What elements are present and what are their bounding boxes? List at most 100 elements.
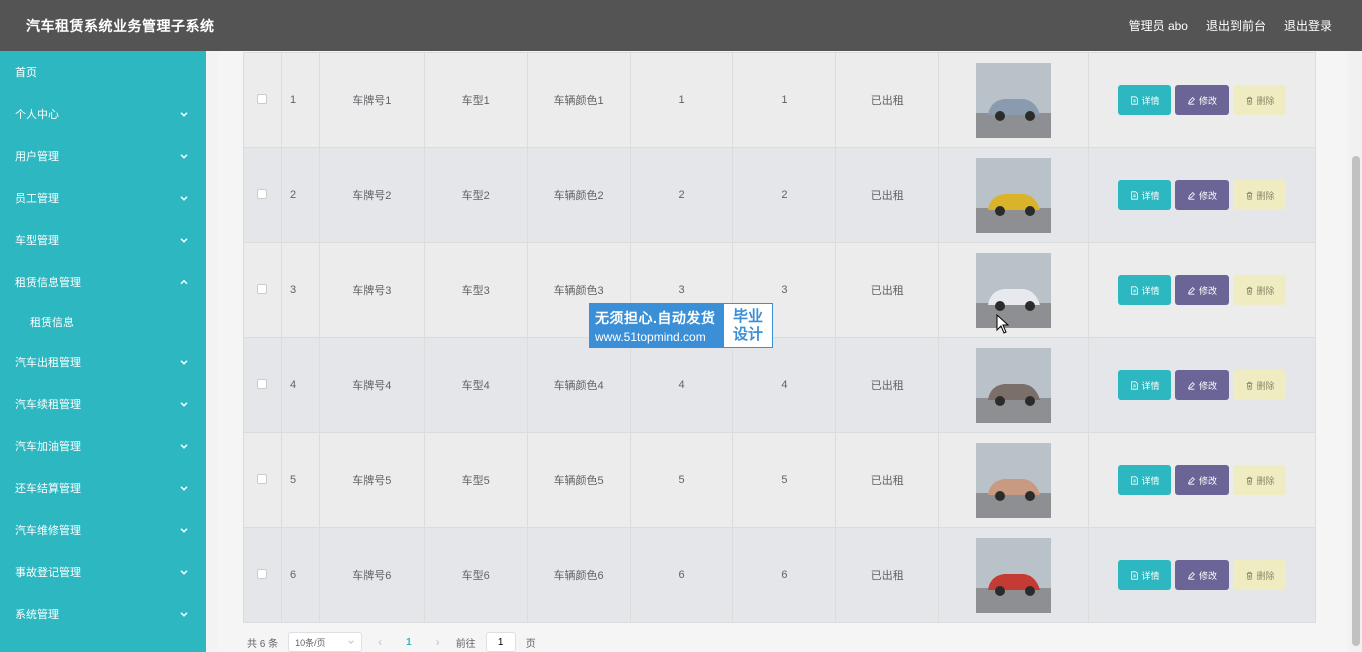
image-cell: [938, 147, 1090, 243]
sidebar-item-13[interactable]: 系统管理: [0, 593, 206, 635]
scroll-thumb[interactable]: [1352, 156, 1360, 646]
row-checkbox[interactable]: [257, 188, 268, 199]
delete-button[interactable]: 删除: [1233, 465, 1287, 495]
sidebar-item-label: 系统管理: [15, 609, 59, 621]
plate-cell: 车牌号2: [318, 147, 425, 243]
sidebar-item-12[interactable]: 事故登记管理: [0, 551, 206, 593]
detail-button-label: 详情: [1141, 285, 1160, 296]
chevron-down-icon: [180, 444, 188, 449]
car-photo: [976, 252, 1052, 328]
sidebar-item-1[interactable]: 个人中心: [0, 93, 206, 135]
document-icon: [1130, 190, 1138, 200]
delete-button[interactable]: 删除: [1233, 275, 1287, 305]
edit-button[interactable]: 修改: [1175, 180, 1230, 210]
chevron-up-icon: [180, 279, 188, 285]
trash-icon: [1246, 191, 1252, 200]
detail-button[interactable]: 详情: [1118, 85, 1172, 115]
detail-button[interactable]: 详情: [1118, 180, 1172, 210]
delete-button[interactable]: 删除: [1233, 85, 1287, 115]
pencil-icon: [1188, 286, 1195, 295]
edit-button-label: 修改: [1199, 95, 1218, 106]
sidebar-item-6[interactable]: 租赁信息: [0, 303, 206, 341]
col5-cell: 2: [629, 147, 734, 243]
detail-button[interactable]: 详情: [1118, 465, 1172, 495]
sidebar-item-3[interactable]: 员工管理: [0, 177, 206, 219]
model-cell: 车型6: [423, 527, 528, 623]
chevron-down-icon: [180, 154, 188, 159]
detail-button[interactable]: 详情: [1118, 370, 1172, 400]
chevron-down-icon: [180, 360, 188, 365]
delete-button-label: 删除: [1256, 475, 1275, 486]
sidebar-item-label: 事故登记管理: [15, 567, 81, 579]
watermark-right1: 毕业: [732, 307, 763, 325]
index-cell: 3: [280, 242, 320, 338]
pencil-icon: [1188, 476, 1195, 485]
status-cell: 已出租: [835, 527, 940, 623]
plate-cell: 车牌号3: [318, 242, 425, 338]
col6-cell: 1: [732, 52, 837, 148]
detail-button[interactable]: 详情: [1118, 275, 1172, 305]
table-row: 4 车牌号4 车型4 车辆颜色4 4 4 已出租 详情 修改 删除: [243, 337, 1316, 433]
edit-button[interactable]: 修改: [1175, 85, 1230, 115]
image-cell: [938, 52, 1090, 148]
document-icon: [1130, 570, 1138, 580]
page-size-select[interactable]: 10条/页: [288, 632, 363, 652]
detail-button-label: 详情: [1141, 190, 1160, 201]
actions-cell: 详情 修改 删除: [1088, 337, 1316, 433]
edit-button[interactable]: 修改: [1175, 560, 1230, 590]
page-number-current[interactable]: 1: [398, 637, 420, 648]
row-checkbox[interactable]: [257, 93, 268, 104]
sidebar-item-2[interactable]: 用户管理: [0, 135, 206, 177]
logout-link[interactable]: 退出登录: [1284, 17, 1332, 34]
delete-button[interactable]: 删除: [1233, 370, 1287, 400]
sidebar-item-label: 汽车续租管理: [15, 399, 81, 411]
document-icon: [1130, 380, 1138, 390]
actions-cell: 详情 修改 删除: [1088, 147, 1316, 243]
edit-button[interactable]: 修改: [1175, 370, 1230, 400]
row-checkbox[interactable]: [257, 473, 268, 484]
edit-button[interactable]: 修改: [1175, 465, 1230, 495]
index-cell: 4: [280, 337, 320, 433]
delete-button-label: 删除: [1256, 380, 1275, 391]
next-page-button[interactable]: ›: [430, 635, 446, 649]
index-cell: 6: [280, 527, 320, 623]
watermark-line2: www.51topmind.com: [595, 329, 706, 344]
sidebar-item-5[interactable]: 租赁信息管理: [0, 261, 206, 303]
trash-icon: [1246, 96, 1252, 105]
sidebar-item-11[interactable]: 汽车维修管理: [0, 509, 206, 551]
sidebar-item-8[interactable]: 汽车续租管理: [0, 383, 206, 425]
sidebar-item-7[interactable]: 汽车出租管理: [0, 341, 206, 383]
front-link[interactable]: 退出到前台: [1206, 17, 1266, 34]
sidebar-item-label: 汽车出租管理: [15, 357, 81, 369]
sidebar-item-9[interactable]: 汽车加油管理: [0, 425, 206, 467]
pencil-icon: [1188, 96, 1195, 105]
table-row: 5 车牌号5 车型5 车辆颜色5 5 5 已出租 详情 修改 删除: [243, 432, 1316, 528]
col5-cell: 5: [629, 432, 734, 528]
image-cell: [938, 432, 1090, 528]
goto-page-input[interactable]: [485, 632, 516, 652]
scrollbar[interactable]: [1350, 51, 1362, 652]
status-cell: 已出租: [835, 337, 940, 433]
sidebar-item-label: 还车结算管理: [15, 483, 81, 495]
pencil-icon: [1188, 571, 1195, 580]
delete-button-label: 删除: [1256, 95, 1275, 106]
sidebar-item-4[interactable]: 车型管理: [0, 219, 206, 261]
detail-button[interactable]: 详情: [1118, 560, 1172, 590]
prev-page-button[interactable]: ‹: [372, 635, 388, 649]
image-cell: [938, 242, 1090, 338]
select-cell: [243, 527, 282, 623]
sidebar-item-10[interactable]: 还车结算管理: [0, 467, 206, 509]
edit-button-label: 修改: [1199, 190, 1218, 201]
row-checkbox[interactable]: [257, 568, 268, 579]
sidebar-item-label: 租赁信息: [30, 317, 74, 329]
sidebar-item-0[interactable]: 首页: [0, 51, 206, 93]
car-photo: [976, 62, 1052, 138]
delete-button[interactable]: 删除: [1233, 180, 1287, 210]
delete-button[interactable]: 删除: [1233, 560, 1287, 590]
row-checkbox[interactable]: [257, 283, 268, 294]
row-checkbox[interactable]: [257, 378, 268, 389]
edit-button[interactable]: 修改: [1175, 275, 1230, 305]
edit-button-label: 修改: [1199, 475, 1218, 486]
sidebar-item-label: 首页: [15, 67, 37, 79]
col6-cell: 6: [732, 527, 837, 623]
